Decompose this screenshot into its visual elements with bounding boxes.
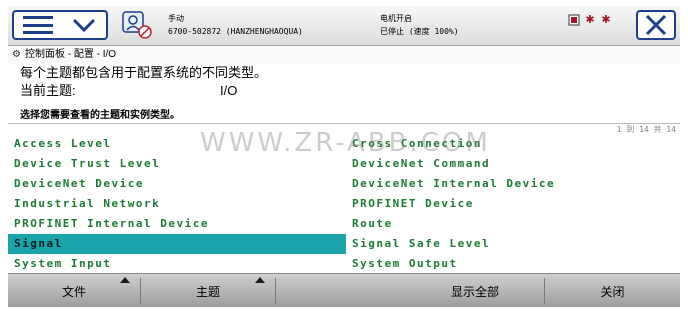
bottom-toolbar: 文件 主题 显示全部 关闭: [8, 273, 680, 307]
top-status-bar: 手动 6700-502872 (HANZHENGHAOQUA) 电机开启 已停止…: [8, 6, 680, 46]
list-item[interactable]: Device Trust Level: [8, 154, 346, 174]
close-button[interactable]: 关闭: [545, 274, 680, 308]
file-menu-button[interactable]: 文件: [8, 274, 140, 308]
list-item[interactable]: PROFINET Internal Device: [8, 214, 346, 234]
list-item-selected[interactable]: Signal: [8, 234, 346, 254]
list-item[interactable]: System Input: [8, 254, 346, 274]
list-item[interactable]: System Output: [346, 254, 684, 274]
chevron-down-icon: [72, 18, 96, 33]
list-item[interactable]: DeviceNet Command: [346, 154, 684, 174]
topic-type-list: 1 到 14 共 14 Access Level Device Trust Le…: [8, 123, 680, 273]
description-panel: 每个主题都包含用于配置系统的不同类型。 当前主题: I/O 选择您需要查看的主题…: [20, 64, 660, 123]
current-topic-row: 当前主题: I/O: [20, 82, 660, 100]
current-topic-label: 当前主题:: [20, 83, 76, 98]
breadcrumb: ⚙ 控制面板 - 配置 - I/O: [8, 46, 680, 64]
current-topic-value: I/O: [220, 83, 238, 98]
list-item[interactable]: Route: [346, 214, 684, 234]
close-icon: [645, 14, 667, 36]
motor-status: 电机开启 已停止 (速度 100%): [380, 12, 459, 38]
breadcrumb-text: 控制面板 - 配置 - I/O: [24, 49, 117, 60]
controller-status: 手动 6700-502872 (HANZHENGHAOQUA): [168, 12, 303, 38]
list-item[interactable]: DeviceNet Device: [8, 174, 346, 194]
list-item[interactable]: Industrial Network: [8, 194, 346, 214]
list-item[interactable]: Access Level: [8, 134, 346, 154]
topic-menu-button[interactable]: 主题: [141, 274, 275, 308]
show-all-button[interactable]: 显示全部: [408, 274, 542, 308]
controller-name: 6700-502872 (HANZHENGHAOQUA): [168, 27, 303, 36]
close-label: 关闭: [600, 284, 625, 299]
motor-state: 电机开启: [380, 14, 412, 23]
arrow-up-icon: [120, 277, 130, 283]
list-item[interactable]: PROFINET Device: [346, 194, 684, 214]
description-text: 每个主题都包含用于配置系统的不同类型。: [20, 65, 268, 80]
robot-status-icon[interactable]: [120, 10, 154, 40]
task-icon: [568, 14, 580, 26]
list-item[interactable]: Cross Connection: [346, 134, 684, 154]
list-column-right: Cross Connection DeviceNet Command Devic…: [346, 134, 684, 274]
close-window-button[interactable]: [636, 10, 676, 40]
settings-icon: ✱: [601, 14, 611, 26]
abb-menu-button[interactable]: [12, 10, 108, 40]
status-icon-group: ✱ ✱: [568, 14, 612, 26]
topic-menu-label: 主题: [195, 284, 220, 299]
list-item[interactable]: Signal Safe Level: [346, 234, 684, 254]
control-panel-icon: ⚙: [12, 49, 21, 60]
operating-mode: 手动: [168, 14, 184, 23]
gear-icon: ✱: [585, 14, 595, 26]
instruction-text: 选择您需要查看的主题和实例类型。: [20, 110, 180, 121]
arrow-up-icon: [255, 277, 265, 283]
file-menu-label: 文件: [61, 284, 86, 299]
list-item[interactable]: DeviceNet Internal Device: [346, 174, 684, 194]
toolbar-divider: [275, 278, 276, 304]
program-state: 已停止 (速度 100%): [380, 27, 459, 36]
hamburger-icon: [23, 16, 53, 34]
show-all-label: 显示全部: [450, 284, 499, 299]
list-column-left: Access Level Device Trust Level DeviceNe…: [8, 134, 346, 274]
